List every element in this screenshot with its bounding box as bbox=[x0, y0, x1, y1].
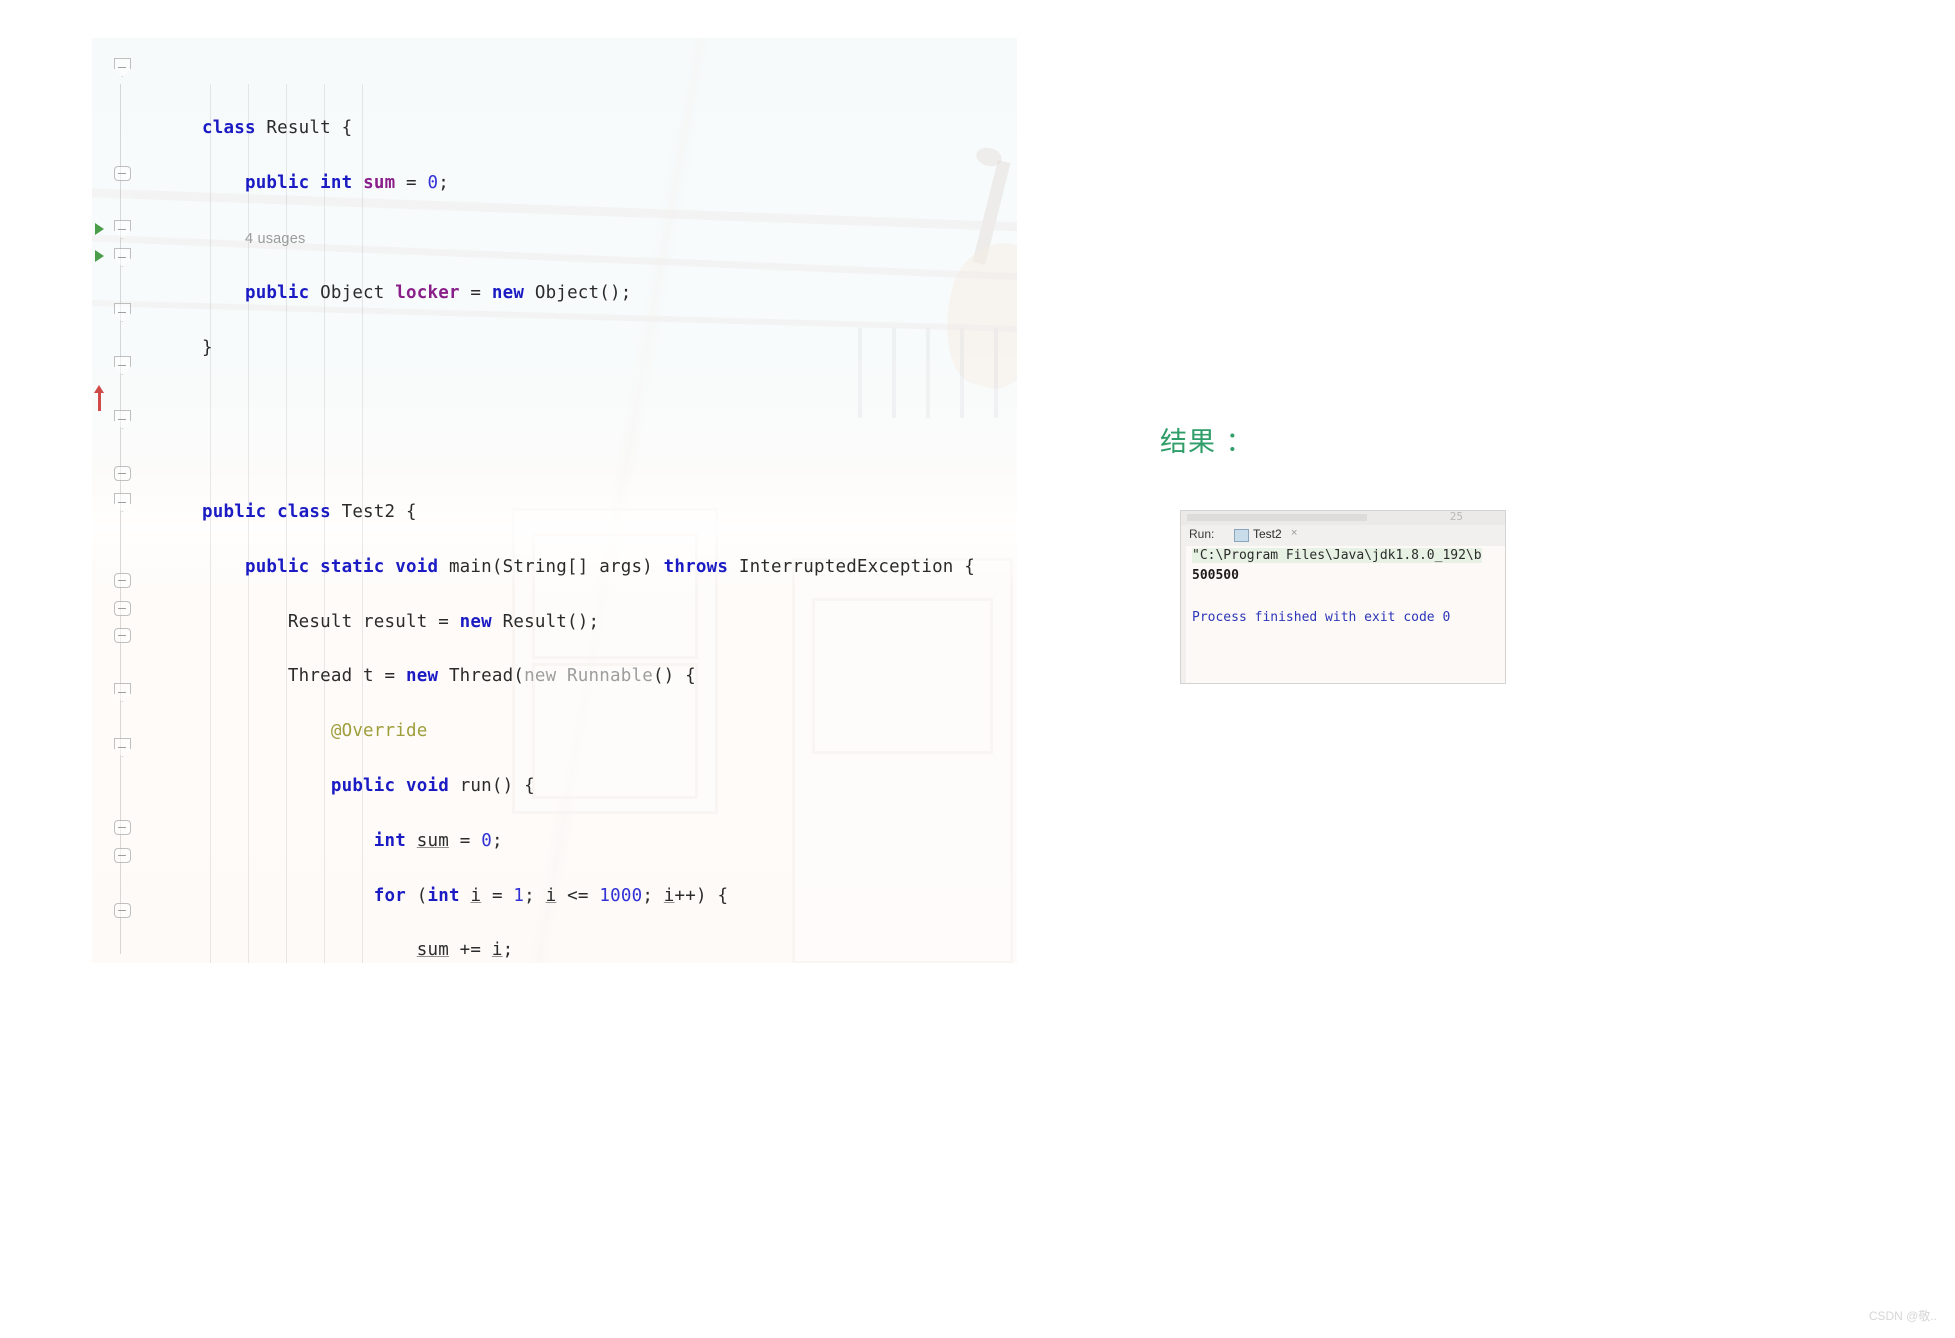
fold-marker-main-method[interactable] bbox=[114, 248, 131, 267]
toolstrip-bar bbox=[1187, 514, 1367, 521]
fold-marker-main-end[interactable] bbox=[114, 903, 131, 918]
fold-marker-for-end[interactable] bbox=[114, 466, 131, 481]
code-line: public int sum = 0; bbox=[244, 173, 450, 194]
console-run-bar[interactable]: Run: Test2 × bbox=[1181, 525, 1505, 559]
code-line: for (int i = 1; i <= 1000; i++) { bbox=[373, 885, 729, 906]
fold-marker-while-loop[interactable] bbox=[114, 738, 131, 757]
console-exit-message: Process finished with exit code 0 bbox=[1192, 610, 1451, 625]
close-icon[interactable]: × bbox=[1291, 527, 1297, 539]
code-line: public Object locker = new Object(); bbox=[244, 282, 632, 303]
fold-marker-anon-end[interactable] bbox=[114, 628, 131, 643]
fold-marker-sync-inner[interactable] bbox=[114, 493, 131, 512]
fold-marker-while-end[interactable] bbox=[114, 820, 131, 835]
code-line: public static void main(String[] args) t… bbox=[244, 556, 976, 577]
code-usages-hint[interactable]: 4 usages bbox=[202, 225, 975, 252]
run-method-gutter-icon[interactable] bbox=[95, 250, 104, 262]
fold-marker-class-result[interactable] bbox=[114, 58, 131, 77]
fold-marker-sync-outer-end[interactable] bbox=[114, 848, 131, 863]
csdn-watermark: CSDN @敬.. bbox=[1868, 1309, 1937, 1323]
code-line: public void run() { bbox=[330, 775, 535, 796]
code-line: sum += i; bbox=[416, 940, 514, 961]
run-label: Run: bbox=[1189, 527, 1215, 541]
console-program-output: 500500 bbox=[1192, 568, 1239, 583]
run-console-screenshot[interactable]: 25 Run: Test2 × "C:\Program Files\Java\j… bbox=[1180, 510, 1506, 684]
fold-marker-sync-end[interactable] bbox=[114, 573, 131, 588]
fold-marker-class-test2[interactable] bbox=[114, 220, 131, 239]
code-line: class Result { bbox=[202, 118, 353, 139]
code-line: public class Test2 { bbox=[202, 501, 417, 522]
code-editor-panel[interactable]: class Result { public int sum = 0; 4 usa… bbox=[92, 38, 1017, 963]
code-text[interactable]: class Result { public int sum = 0; 4 usa… bbox=[202, 88, 975, 963]
fold-marker-for-loop[interactable] bbox=[114, 410, 131, 429]
console-command-line: "C:\Program Files\Java\jdk1.8.0_192\b bbox=[1192, 548, 1482, 563]
run-tab-name[interactable]: Test2 bbox=[1253, 527, 1282, 541]
editor-gutter[interactable] bbox=[92, 38, 134, 963]
fold-marker-runnable[interactable] bbox=[114, 303, 131, 322]
code-line: } bbox=[202, 337, 213, 358]
fold-marker-result-end[interactable] bbox=[114, 166, 131, 181]
console-toolstrip: 25 bbox=[1181, 511, 1505, 525]
fold-marker-run-end[interactable] bbox=[114, 601, 131, 616]
result-section-label: 结果 ： bbox=[1160, 427, 1254, 458]
code-line: Result result = new Result(); bbox=[202, 611, 600, 632]
code-line: int sum = 0; bbox=[373, 830, 503, 851]
console-output-body[interactable]: "C:\Program Files\Java\jdk1.8.0_192\b 50… bbox=[1186, 546, 1505, 683]
run-class-gutter-icon[interactable] bbox=[95, 223, 104, 235]
fold-marker-run-method[interactable] bbox=[114, 356, 131, 375]
fold-marker-sync-outer[interactable] bbox=[114, 683, 131, 702]
toolstrip-line-number: 25 bbox=[1449, 510, 1463, 523]
run-config-icon bbox=[1234, 529, 1249, 542]
modified-lines-up-arrow-icon[interactable] bbox=[94, 385, 104, 411]
code-line: @Override bbox=[330, 721, 428, 742]
code-line: Thread t = new Thread(new Runnable() { bbox=[202, 666, 696, 687]
